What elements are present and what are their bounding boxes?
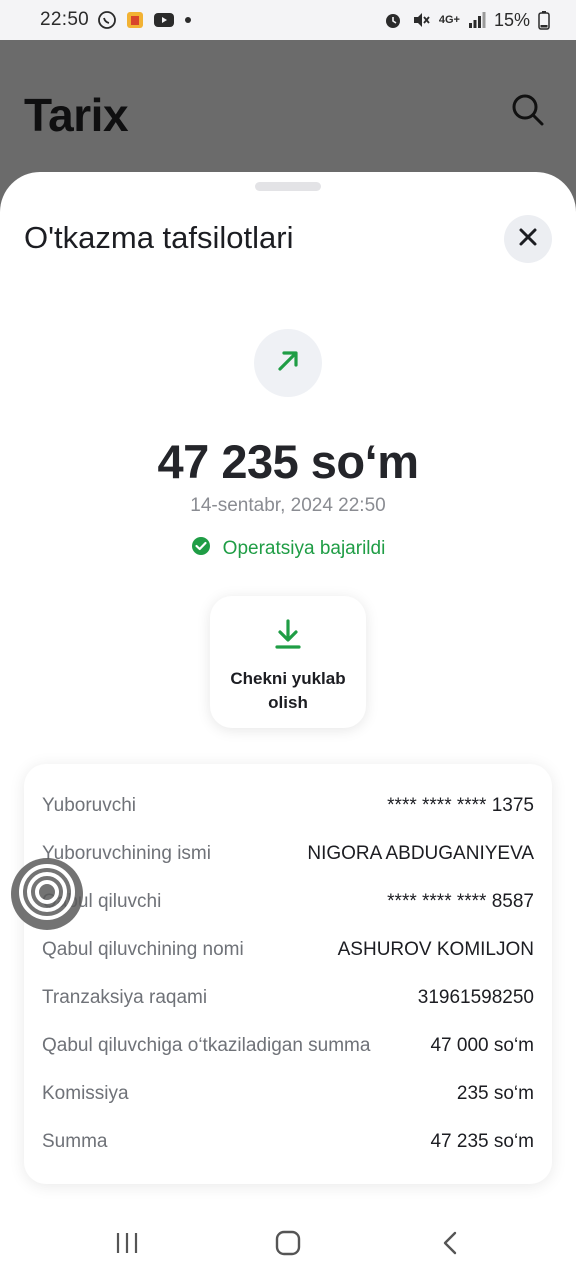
page-title: Tarix [24,89,129,141]
status-badge: Operatsiya bajarildi [0,536,576,562]
sheet-drag-handle[interactable] [255,182,321,191]
search-icon[interactable] [510,92,546,128]
youtube-icon [153,11,175,29]
status-text: Operatsiya bajarildi [222,538,386,559]
detail-row-sender-card: Yuboruvchi **** **** **** 1375 [24,782,552,830]
detail-value: 31961598250 [417,987,534,1008]
alarm-icon [383,10,403,30]
system-nav-bar [0,1200,576,1280]
whatsapp-icon [97,10,117,30]
detail-label: Komissiya [42,1083,129,1104]
detail-row-sender-name: Yuboruvchining ismi NIGORA ABDUGANIYEVA [24,830,552,878]
detail-value: 47 000 so‘m [430,1035,534,1056]
mute-icon [411,10,431,30]
status-right: 4G+ 15% [383,10,550,31]
battery-icon [538,10,550,30]
network-type: 4G+ [438,14,460,26]
detail-value: **** **** **** 8587 [387,891,534,912]
sheet-title: O'tkazma tafsilotlari [24,220,294,255]
detail-label: Tranzaksiya raqami [42,987,208,1008]
gallery-icon [125,10,145,30]
detail-label: Summa [42,1131,108,1152]
target-icon [17,862,77,927]
detail-row-recipient-name: Qabul qiluvchining nomi ASHUROV KOMILJON [24,926,552,974]
check-circle-icon [191,536,211,562]
detail-label: Yuboruvchi [42,795,137,816]
details-card: Yuboruvchi **** **** **** 1375 Yuboruvch… [24,764,552,1184]
detail-value: ASHUROV KOMILJON [337,939,534,960]
status-left: 22:50 [40,9,193,31]
detail-value: 235 so‘m [456,1083,534,1104]
arrow-up-right-icon [275,348,301,379]
close-button[interactable] [504,215,552,263]
status-time: 22:50 [40,9,90,30]
detail-label: Qabul qiluvchiga o‘tkaziladigan summa [42,1035,371,1056]
floating-assist-button[interactable] [11,858,83,930]
detail-value: NIGORA ABDUGANIYEVA [307,843,534,864]
download-icon [274,618,302,655]
home-icon[interactable] [273,1228,303,1258]
detail-label: Qabul qiluvchining nomi [42,939,244,960]
battery-percent: 15% [493,9,530,30]
outgoing-transfer-badge [254,329,322,397]
detail-row-commission: Komissiya 235 so‘m [24,1070,552,1118]
detail-row-total: Summa 47 235 so‘m [24,1118,552,1166]
download-receipt-button[interactable]: Chekni yuklab olish [210,596,366,728]
status-bar: 22:50 4G+ 15% [0,0,576,40]
close-icon [518,227,538,252]
detail-row-transaction-id: Tranzaksiya raqami 31961598250 [24,974,552,1022]
recents-icon[interactable] [112,1228,142,1258]
download-receipt-label: Chekni yuklab olish [230,669,346,712]
transfer-amount: 47 235 so‘m [157,435,419,488]
signal-icon [468,11,486,29]
detail-row-amount-to-recipient: Qabul qiluvchiga o‘tkaziladigan summa 47… [24,1022,552,1070]
detail-value: **** **** **** 1375 [387,795,534,816]
dot-icon [183,15,193,25]
transfer-date: 14-sentabr, 2024 22:50 [190,495,386,516]
transfer-details-sheet: O'tkazma tafsilotlari 47 235 so‘m 14-sen… [0,172,576,1280]
back-icon[interactable] [436,1228,466,1258]
detail-row-recipient-card: Qabul qiluvchi **** **** **** 8587 [24,878,552,926]
detail-value: 47 235 so‘m [430,1131,534,1152]
